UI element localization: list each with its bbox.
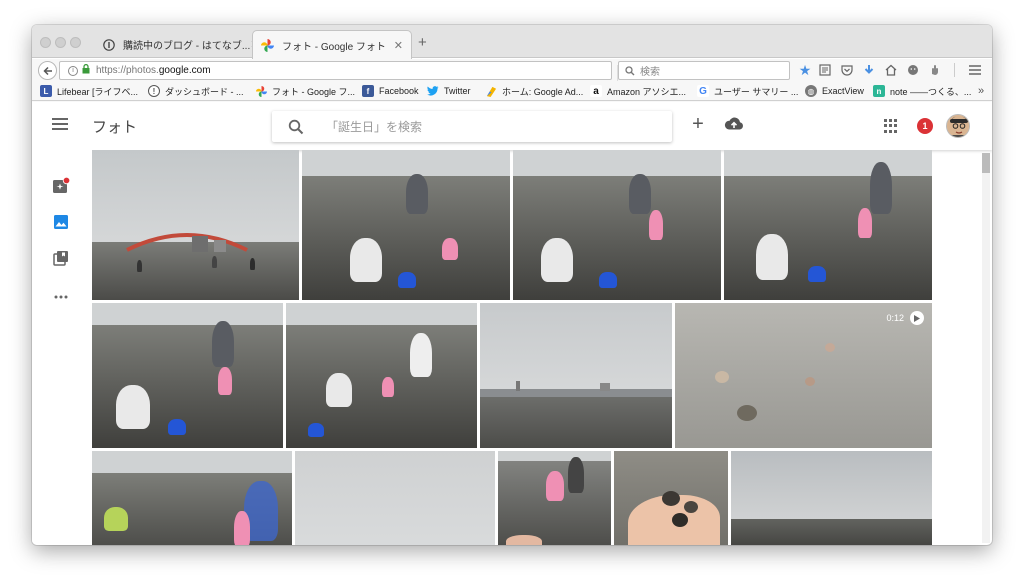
photos-search-box[interactable] (272, 111, 672, 142)
url-domain: google.com (158, 65, 211, 76)
photos-nav-icon[interactable] (52, 213, 70, 231)
bookmark-twitter[interactable]: Twitter (427, 84, 471, 98)
browser-window: 購読中のブログ - はてなブ... ✕ フォト - Google フォト ✕ +… (32, 25, 992, 545)
reading-list-icon[interactable] (817, 62, 833, 78)
browser-search-placeholder: 検索 (640, 67, 660, 78)
bookmark-label: note ――つくる、... (890, 86, 972, 97)
photo-thumbnail[interactable] (302, 150, 510, 300)
close-tab-icon[interactable]: ✕ (394, 39, 403, 52)
hatena-icon (102, 38, 115, 51)
create-plus-button[interactable]: + (687, 113, 709, 136)
lifebear-icon: L (40, 85, 52, 97)
bookmarks-toolbar: L Lifebear [ライフベ... ! ダッシュボード - ... フォト … (32, 81, 992, 101)
bookmark-label: Twitter (444, 86, 471, 96)
close-window-button[interactable] (40, 37, 51, 48)
twitter-icon (427, 85, 439, 97)
bookmark-adsense[interactable]: ホーム: Google Ad... (485, 84, 583, 98)
photo-thumbnail[interactable] (731, 451, 932, 545)
google-photos-icon (255, 85, 267, 97)
bookmark-amazon-associates[interactable]: a Amazon アソシエ... (590, 84, 686, 98)
bookmark-hatena-dashboard[interactable]: ! ダッシュボード - ... (148, 84, 244, 98)
extension-hand-icon[interactable] (927, 62, 943, 78)
photo-thumbnail[interactable] (498, 451, 611, 545)
bookmark-google-photos[interactable]: フォト - Google フ... (255, 84, 355, 98)
zoom-window-button[interactable] (70, 37, 81, 48)
url-prefix: https://photos. (96, 65, 159, 76)
bookmark-note[interactable]: n note ――つくる、... (873, 84, 971, 98)
photo-grid: 0:12 (92, 150, 992, 545)
bookmark-label: Lifebear [ライフベ... (57, 86, 139, 97)
bookmark-exactview[interactable]: ◍ ExactView (805, 84, 864, 98)
tab-title: 購読中のブログ - はてなブ... (123, 41, 251, 52)
hamburger-menu-icon[interactable] (967, 62, 983, 78)
tab-title: フォト - Google フォト (282, 41, 386, 53)
browser-search-field[interactable]: 検索 (618, 61, 790, 80)
tab-hatena-blog[interactable]: 購読中のブログ - はてなブ... ✕ (94, 31, 259, 58)
photo-thumbnail[interactable] (724, 150, 932, 300)
note-icon: n (873, 85, 885, 97)
albums-icon[interactable] (52, 249, 70, 267)
bookmark-star-icon[interactable]: ★ (797, 62, 813, 78)
video-duration: 0:12 (886, 311, 924, 325)
app-title: フォト (92, 119, 138, 136)
tab-google-photos[interactable]: フォト - Google フォト ✕ (252, 30, 412, 59)
photos-search-input[interactable] (326, 119, 626, 134)
page-scrollbar[interactable] (982, 153, 990, 543)
bookmark-label: フォト - Google フ... (272, 86, 356, 97)
tab-strip: 購読中のブログ - はてなブ... ✕ フォト - Google フォト ✕ + (32, 25, 992, 59)
globe-icon: ◍ (805, 85, 817, 97)
facebook-icon: f (362, 85, 374, 97)
bookmark-label: ダッシュボード - ... (165, 86, 244, 97)
photo-thumbnail[interactable] (480, 303, 672, 448)
bookmark-lifebear[interactable]: L Lifebear [ライフベ... (40, 84, 138, 98)
toolbar-divider (954, 63, 955, 77)
scrollbar-thumb[interactable] (982, 153, 990, 173)
more-options-icon[interactable] (52, 287, 70, 299)
photo-thumbnail[interactable] (92, 451, 292, 545)
upload-cloud-icon[interactable] (724, 116, 744, 134)
hatena-icon: ! (148, 85, 160, 97)
bookmark-label: Facebook (379, 86, 419, 96)
bookmark-analytics-summary[interactable]: G ユーザー サマリー ... (697, 84, 798, 98)
google-apps-grid-icon[interactable] (884, 119, 898, 133)
adsense-icon (485, 85, 497, 97)
extension-face-icon[interactable] (905, 62, 921, 78)
photos-app-bar: フォト + 1 (32, 102, 992, 150)
lock-icon (82, 63, 90, 77)
bookmark-label: Amazon アソシエ... (607, 86, 687, 97)
bookmark-facebook[interactable]: f Facebook (362, 84, 419, 98)
account-avatar[interactable] (946, 114, 970, 138)
photo-thumbnail[interactable] (614, 451, 728, 545)
left-navigation (32, 150, 92, 545)
back-arrow-icon (42, 66, 52, 75)
info-icon[interactable]: i (68, 65, 78, 76)
notification-badge[interactable]: 1 (917, 118, 933, 134)
address-bar[interactable]: i https://photos. google.com (59, 61, 633, 82)
minimize-window-button[interactable] (55, 37, 66, 48)
pocket-icon[interactable] (839, 62, 855, 78)
photo-thumbnail[interactable] (92, 303, 283, 448)
video-thumbnail[interactable]: 0:12 (675, 303, 932, 448)
main-menu-icon[interactable] (52, 118, 68, 134)
assistant-icon[interactable] (52, 176, 71, 195)
photo-thumbnail[interactable] (286, 303, 477, 448)
bookmark-label: ExactView (822, 86, 864, 96)
amazon-icon: a (590, 85, 602, 97)
google-icon: G (697, 85, 709, 97)
search-icon (288, 119, 304, 134)
download-icon[interactable] (861, 62, 877, 78)
photo-thumbnail[interactable] (295, 451, 495, 545)
bookmarks-overflow-chevron-icon[interactable]: » (978, 84, 984, 98)
photo-thumbnail[interactable] (92, 150, 299, 300)
navigation-toolbar: i https://photos. google.com 検索 ★ (32, 59, 992, 82)
google-photos-icon (261, 38, 274, 52)
home-icon[interactable] (883, 62, 899, 78)
new-tab-button[interactable]: + (418, 34, 427, 51)
bookmark-label: ホーム: Google Ad... (502, 86, 584, 97)
bookmark-label: ユーザー サマリー ... (714, 86, 799, 97)
photo-thumbnail[interactable] (513, 150, 721, 300)
search-icon (625, 65, 635, 75)
back-button[interactable] (38, 61, 57, 80)
play-icon (910, 311, 924, 325)
